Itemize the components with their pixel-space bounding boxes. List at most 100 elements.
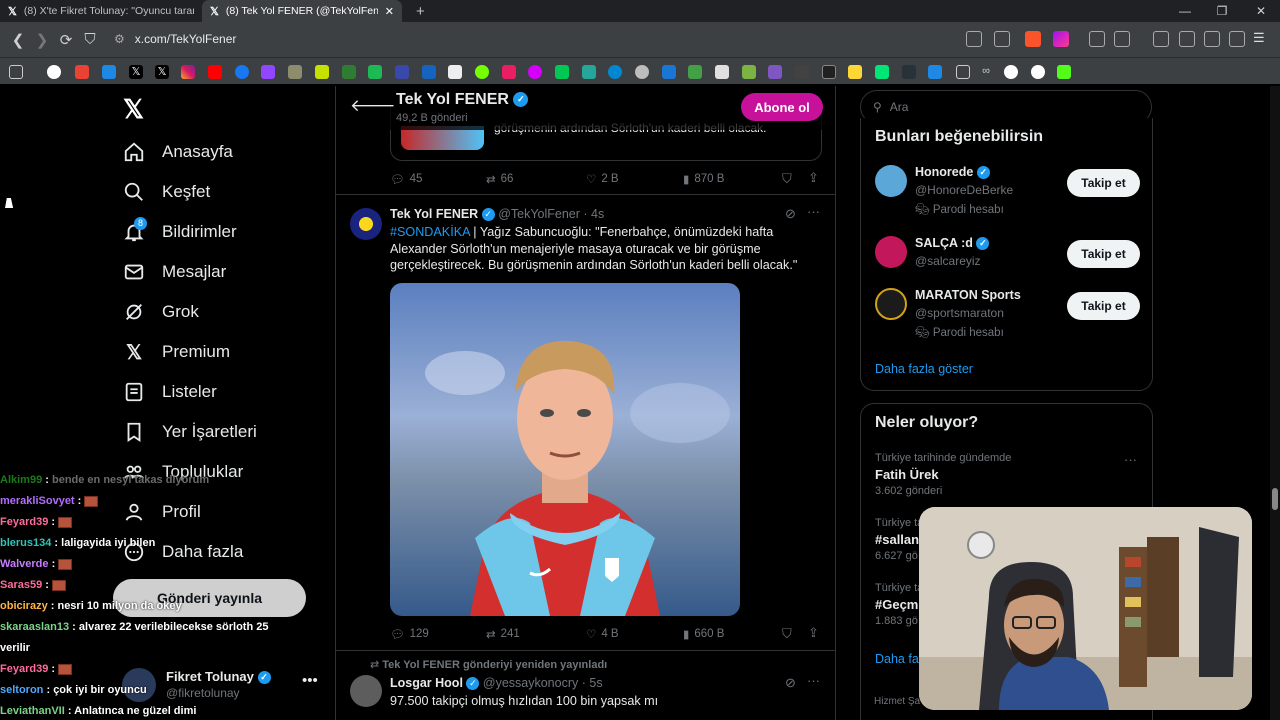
brave-shield-icon[interactable] (1025, 31, 1041, 47)
bookmark-icon[interactable] (342, 65, 356, 79)
x-bookmark-icon[interactable]: 𝕏 (129, 65, 143, 79)
bookmark-icon[interactable] (422, 65, 436, 79)
nav-grok[interactable]: Grok (122, 296, 199, 328)
bookmark-icon[interactable] (502, 65, 516, 79)
browser-tab[interactable]: 𝕏 (8) X'te Fikret Tolunay: "Oyuncu taran (0, 0, 202, 22)
minimize-icon[interactable]: — (1170, 0, 1200, 22)
bookmark-icon[interactable] (795, 65, 809, 79)
share-action-icon[interactable]: ⇪ (808, 170, 819, 186)
share-icon[interactable] (994, 31, 1010, 47)
x-bookmark-icon[interactable]: 𝕏 (155, 65, 169, 79)
reply-action[interactable]: 💬︎ 45 (390, 172, 422, 186)
bookmark-icon[interactable] (608, 65, 622, 79)
follow-button[interactable]: Takip et (1067, 292, 1140, 320)
vpn-icon[interactable] (1229, 31, 1245, 47)
nav-premium[interactable]: 𝕏 Premium (122, 336, 230, 368)
menu-icon[interactable]: ☰ (1253, 31, 1269, 47)
share-action-icon[interactable]: ⇪ (808, 625, 819, 641)
apps-grid-icon[interactable] (9, 65, 23, 79)
show-more-link[interactable]: Daha fa (875, 652, 919, 666)
nav-lists[interactable]: Listeler (122, 376, 217, 408)
reply-action[interactable]: 💬︎ 129 (390, 627, 429, 641)
bookmark-icon[interactable] (582, 65, 596, 79)
more-dots-icon[interactable]: ··· (807, 673, 820, 688)
bookmark-icon[interactable] (288, 65, 302, 79)
bookmark-icon[interactable] (528, 65, 542, 79)
bookmark-icon[interactable] (822, 65, 836, 79)
more-dots-icon[interactable]: ••• (302, 672, 318, 689)
bookmark-action-icon[interactable]: ⛉ (782, 626, 792, 642)
show-more-link[interactable]: Daha fazla göster (875, 362, 973, 376)
tweet[interactable]: ⇄ Tek Yol FENER gönderiyi yeniden yayınl… (336, 652, 835, 720)
back-icon[interactable]: ❮ (6, 31, 30, 49)
bookmark-icon[interactable] (448, 65, 462, 79)
more-dots-icon[interactable]: ··· (1124, 452, 1137, 467)
scrollbar[interactable] (1270, 86, 1280, 720)
tweet-image[interactable] (390, 283, 740, 616)
tab-search-icon[interactable] (1114, 31, 1130, 47)
bookmark-action-icon[interactable]: ⛉ (782, 171, 792, 187)
sidebar-icon[interactable] (1153, 31, 1169, 47)
subscribe-button[interactable]: Abone ol (741, 93, 823, 121)
bookmark-icon[interactable] (555, 65, 569, 79)
bookmark-page-icon[interactable]: ⛉ (78, 31, 102, 48)
browser-tab-active[interactable]: 𝕏 (8) Tek Yol FENER (@TekYolFener) ✕ (202, 0, 402, 22)
maximize-icon[interactable]: ❐ (1207, 0, 1237, 22)
hashtag-link[interactable]: #SONDAKİKA (390, 225, 470, 239)
google-bookmark-icon[interactable] (1004, 65, 1018, 79)
facebook-bookmark-icon[interactable] (235, 65, 249, 79)
bookmark-icon[interactable] (848, 65, 862, 79)
bookmark-icon[interactable] (102, 65, 116, 79)
kick-bookmark-icon[interactable] (1057, 65, 1071, 79)
nav-notifications[interactable]: 8 Bildirimler (122, 216, 237, 248)
like-action[interactable]: ♡ 2 B (586, 172, 619, 186)
bookmark-icon[interactable] (475, 65, 489, 79)
follow-button[interactable]: Takip et (1067, 240, 1140, 268)
reload-icon[interactable]: ⟳ (54, 31, 78, 49)
nav-bookmarks[interactable]: Yer İşaretleri (122, 416, 257, 448)
bookmark-icon[interactable] (368, 65, 382, 79)
google-bookmark-icon[interactable] (47, 65, 61, 79)
bookmark-icon[interactable] (662, 65, 676, 79)
address-bar[interactable]: ⚙ x.com/TekYolFener (114, 26, 944, 52)
bookmark-icon[interactable] (742, 65, 756, 79)
wallet-icon[interactable] (1179, 31, 1195, 47)
retweet-action[interactable]: ⇄ 241 (486, 627, 520, 641)
suggestion-row[interactable]: SALÇA :d ✓ @salcareyiz Takip et (861, 233, 1154, 278)
gmail-bookmark-icon[interactable] (75, 65, 89, 79)
grok-explain-icon[interactable]: ⊘ (785, 206, 796, 222)
grok-explain-icon[interactable]: ⊘ (785, 675, 796, 691)
retweet-action[interactable]: ⇄ 66 (486, 172, 513, 186)
bookmark-icon[interactable] (635, 65, 649, 79)
twitch-bookmark-icon[interactable] (261, 65, 275, 79)
bookmark-icon[interactable] (395, 65, 409, 79)
new-tab-icon[interactable]: + (416, 3, 425, 20)
tweet[interactable]: Tek Yol FENER ✓ @TekYolFener · 4s ⊘ ··· … (336, 196, 835, 651)
brave-rewards-icon[interactable] (1053, 31, 1069, 47)
bookmark-icon[interactable] (315, 65, 329, 79)
bookmark-icon[interactable] (875, 65, 889, 79)
youtube-bookmark-icon[interactable] (208, 65, 222, 79)
like-action[interactable]: ♡ 4 B (586, 627, 619, 641)
close-tab-icon[interactable]: ✕ (385, 5, 394, 18)
nav-messages[interactable]: Mesajlar (122, 256, 226, 288)
site-info-icon[interactable]: ⚙ (114, 32, 125, 46)
suggestion-row[interactable]: MARATON Sports @sportsmaraton 🎭︎ Parodi … (861, 285, 1154, 345)
bookmark-icon[interactable] (715, 65, 729, 79)
folder-icon[interactable] (956, 65, 970, 79)
forward-icon[interactable]: ❯ (30, 31, 54, 49)
bookmark-icon[interactable] (688, 65, 702, 79)
leo-icon[interactable] (1204, 31, 1220, 47)
follow-button[interactable]: Takip et (1067, 169, 1140, 197)
trend-item[interactable]: Türkiye tarihinde gündemde Fatih Ürek 3.… (875, 452, 1145, 497)
footer-link[interactable]: Hizmet Şa (874, 696, 920, 707)
more-dots-icon[interactable]: ··· (807, 204, 820, 219)
google-bookmark-icon[interactable] (1031, 65, 1045, 79)
nav-home[interactable]: Anasayfa (122, 136, 233, 168)
nav-explore[interactable]: Keşfet (122, 176, 210, 208)
close-window-icon[interactable]: ✕ (1246, 0, 1276, 22)
extensions-icon[interactable] (1089, 31, 1105, 47)
bookmark-icon[interactable] (902, 65, 916, 79)
suggestion-row[interactable]: Honorede ✓ @HonoreDeBerke 🎭︎ Parodi hesa… (861, 162, 1154, 222)
bookmark-icon[interactable] (768, 65, 782, 79)
